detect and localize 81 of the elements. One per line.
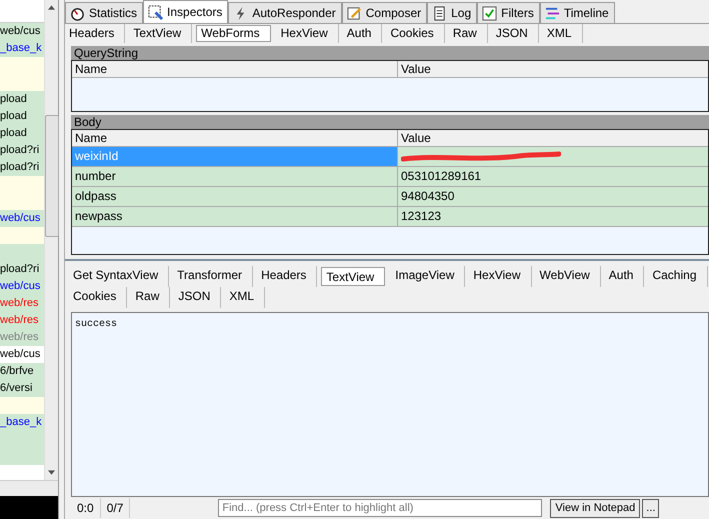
session-row[interactable] (0, 397, 44, 414)
session-row[interactable]: web/cus (0, 210, 44, 227)
session-row[interactable]: pload?ri (0, 159, 44, 176)
tab[interactable]: WebView (536, 266, 601, 287)
tab[interactable]: TextView (321, 267, 386, 286)
tab[interactable]: Headers (257, 266, 318, 287)
tab[interactable]: JSON (492, 24, 539, 43)
session-row[interactable]: pload?ri (0, 142, 44, 159)
scrollbar[interactable] (44, 0, 58, 480)
more-button[interactable]: ... (642, 498, 660, 518)
session-row[interactable]: 6/brfve (0, 363, 44, 380)
tab[interactable]: Cookies (386, 24, 445, 43)
session-row[interactable]: pload?ri (0, 261, 44, 278)
tab[interactable]: TextView (129, 24, 192, 43)
tab[interactable]: Headers (65, 24, 126, 43)
tab[interactable]: Filters (477, 2, 540, 23)
scroll-up-icon[interactable] (48, 5, 55, 10)
tab[interactable]: Cookies (69, 287, 128, 308)
position-label: 0:0 (71, 498, 101, 518)
tab[interactable]: Log (427, 2, 478, 23)
scroll-down-icon[interactable] (48, 470, 55, 475)
tab[interactable]: AutoResponder (228, 2, 342, 23)
horizontal-scrollbar[interactable] (0, 480, 58, 496)
session-row[interactable] (0, 227, 44, 244)
table-cell[interactable]: number (72, 167, 398, 186)
tab[interactable]: Inspectors (143, 0, 228, 23)
session-row[interactable]: 6/versi (0, 380, 44, 397)
session-row[interactable]: web/cus (0, 23, 44, 40)
tab[interactable]: Raw (131, 287, 170, 308)
tab[interactable]: Raw (448, 24, 488, 43)
tab[interactable]: Statistics (65, 2, 144, 23)
session-row[interactable]: pload (0, 91, 44, 108)
pencil-icon (346, 6, 362, 20)
table-cell-text: 123123 (400, 208, 442, 225)
section-header: QueryString (71, 46, 709, 60)
table-cell-text: 94804350 (400, 188, 456, 205)
tab[interactable]: HexView (469, 266, 532, 287)
session-row[interactable] (0, 57, 44, 74)
column-header: Value (400, 61, 432, 77)
count-label: 0/7 (100, 498, 130, 518)
tab[interactable]: Composer (342, 2, 428, 23)
scroll-thumb[interactable] (44, 115, 58, 237)
tab[interactable]: ImageView (391, 266, 466, 287)
session-row[interactable] (0, 244, 44, 261)
table-cell[interactable]: newpass (72, 207, 398, 226)
page-icon (432, 6, 448, 20)
bars-icon (544, 6, 560, 20)
tab[interactable]: Auth (342, 24, 382, 43)
session-row[interactable]: pload (0, 125, 44, 142)
tab[interactable]: Timeline (540, 2, 615, 23)
session-row[interactable]: web/cus (0, 278, 44, 295)
session-row[interactable] (0, 74, 44, 91)
session-row[interactable]: _base_k (0, 40, 44, 57)
view-in-notepad-button[interactable]: View in Notepad (550, 498, 640, 518)
column-header: Name (72, 130, 398, 146)
tab[interactable]: WebForms (196, 25, 271, 42)
table-cell-text: 053101289161 (400, 168, 482, 185)
tab[interactable]: Get SyntaxView (69, 266, 170, 287)
session-row[interactable] (0, 193, 44, 210)
dark-strip (0, 496, 58, 519)
response-text: success (75, 319, 118, 330)
tab[interactable]: Transformer (173, 266, 254, 287)
find-field[interactable]: Find... (press Ctrl+Enter to highlight all) (218, 499, 542, 517)
checkbox-icon (482, 6, 498, 20)
table-cell[interactable]: oldpass (72, 187, 398, 206)
stopwatch-icon (70, 6, 85, 20)
tab[interactable]: Caching (648, 266, 708, 287)
response-text-area[interactable]: success (71, 312, 709, 497)
session-row[interactable]: _base_k (0, 414, 44, 431)
tab[interactable]: Auth (604, 266, 644, 287)
tab[interactable]: HexView (276, 24, 339, 43)
session-row[interactable] (0, 176, 44, 193)
magnifier-icon (148, 4, 164, 20)
tab[interactable]: XML (542, 24, 583, 43)
tab[interactable]: XML (225, 287, 266, 308)
tab[interactable]: JSON (174, 287, 222, 308)
column-header: Name (72, 61, 398, 77)
column-header: Value (400, 130, 432, 146)
session-row[interactable] (0, 448, 44, 465)
section-header: Body (71, 115, 709, 129)
session-row[interactable]: pload (0, 108, 44, 125)
